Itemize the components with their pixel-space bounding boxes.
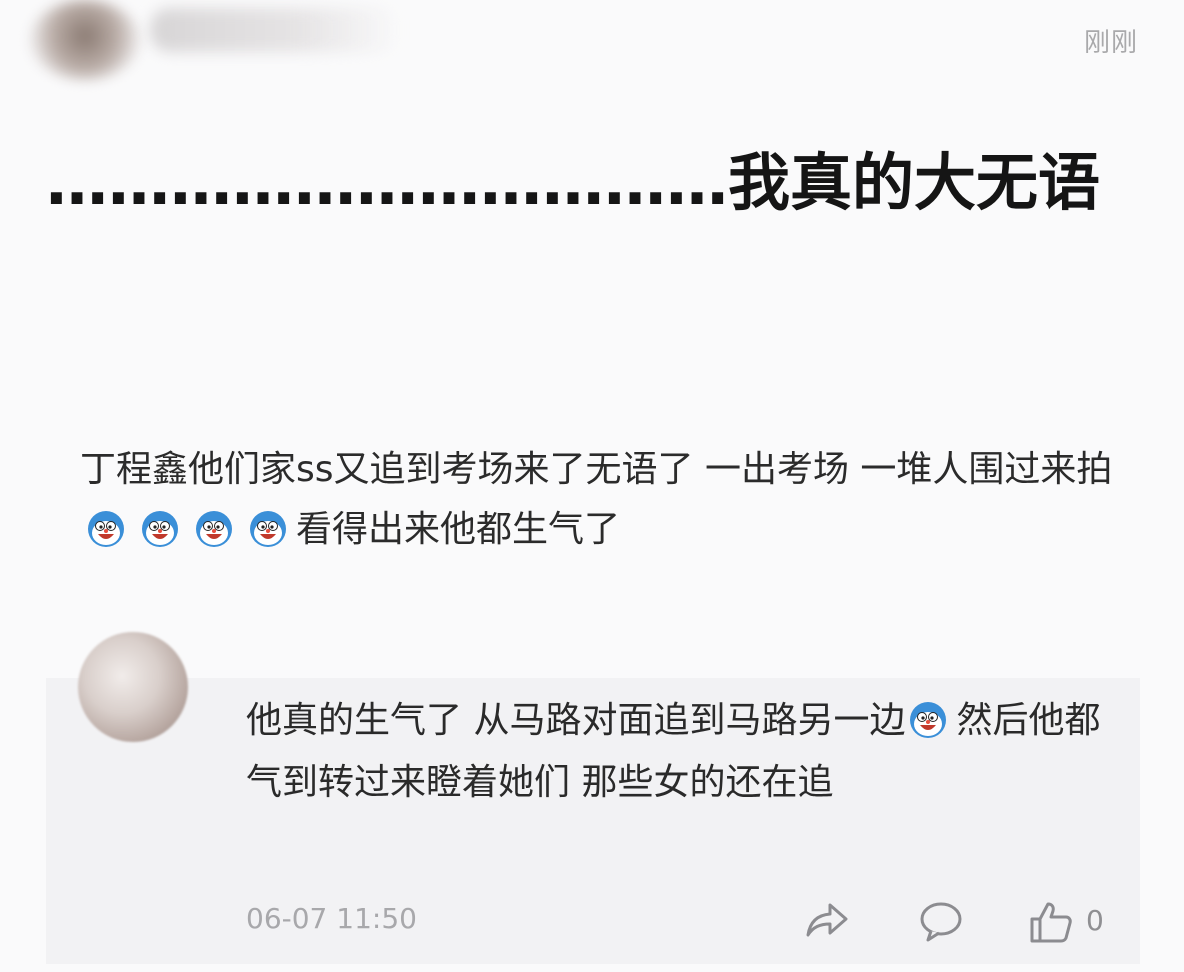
comment-button[interactable] xyxy=(918,900,964,942)
post-title: ……………………………我真的大无语 xyxy=(46,146,1101,219)
angry-emoji-icon xyxy=(141,507,179,547)
thumbs-up-icon xyxy=(1030,902,1072,943)
reply-footer: 06-07 11:50 0 xyxy=(246,900,1116,944)
angry-emoji-icon xyxy=(195,507,233,547)
post-body-text-1: 丁程鑫他们家ss又追到考场来了无语了 一出考场 一堆人围过来拍 xyxy=(80,449,1113,490)
angry-emoji-icon xyxy=(87,507,125,547)
like-count: 0 xyxy=(1086,904,1104,937)
share-button[interactable] xyxy=(804,900,850,940)
like-button[interactable] xyxy=(1028,900,1074,944)
post-body-text-2: 看得出来他都生气了 xyxy=(296,509,621,550)
post-timestamp: 刚刚 xyxy=(1083,28,1138,58)
angry-emoji-icon xyxy=(249,507,287,547)
reply-text: 他真的生气了 从马路对面追到马路另一边 然后他都气到转过来瞪着她们 那些女的还在追 xyxy=(246,690,1106,814)
angry-emoji-icon xyxy=(909,697,947,738)
post-body: 丁程鑫他们家ss又追到考场来了无语了 一出考场 一堆人围过来拍看得出来他都生气了 xyxy=(80,440,1120,560)
poster-name-blurred xyxy=(150,8,400,52)
share-icon xyxy=(806,903,848,937)
reply-time: 06-07 11:50 xyxy=(246,902,417,935)
poster-avatar-blurred[interactable] xyxy=(30,0,140,80)
replier-avatar[interactable] xyxy=(78,632,188,742)
reply-text-1: 他真的生气了 从马路对面追到马路另一边 xyxy=(246,700,906,741)
comment-icon xyxy=(920,902,962,942)
